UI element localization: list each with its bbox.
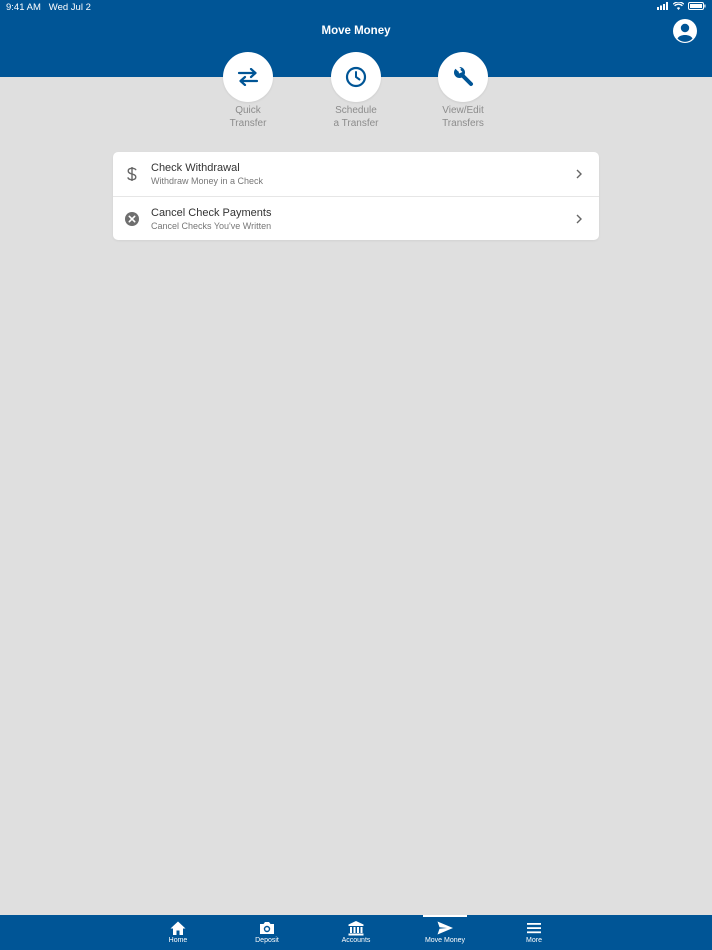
schedule-transfer-button[interactable]: Schedule a Transfer xyxy=(316,52,396,130)
tab-label: Home xyxy=(168,937,188,944)
tab-label: Move Money xyxy=(424,937,466,944)
list-item-subtitle: Cancel Checks You've Written xyxy=(151,221,272,231)
view-edit-transfers-button[interactable]: View/Edit Transfers xyxy=(423,52,503,130)
tab-bar: Home Deposit Accounts Move Money More xyxy=(0,915,712,950)
tab-label: More xyxy=(526,937,542,944)
action-label: Schedule xyxy=(335,105,377,116)
tab-label: Deposit xyxy=(255,937,279,944)
clock-icon xyxy=(345,66,367,88)
tab-more[interactable]: More xyxy=(499,915,569,950)
chevron-right-icon xyxy=(576,169,582,179)
quick-transfer-button[interactable]: Quick Transfer xyxy=(208,52,288,130)
status-time: 9:41 AM Wed Jul 2 xyxy=(6,2,91,13)
tab-label: Accounts xyxy=(341,937,371,944)
page-title: Move Money xyxy=(321,25,391,37)
list-item-subtitle: Withdraw Money in a Check xyxy=(151,176,264,186)
dollar-icon xyxy=(123,165,141,183)
action-label: View/Edit xyxy=(442,105,484,116)
swap-arrows-icon xyxy=(237,68,259,86)
wrench-icon xyxy=(454,66,473,86)
cancel-circle-icon xyxy=(123,210,141,228)
camera-icon xyxy=(260,922,274,934)
action-label: Transfers xyxy=(442,117,484,129)
status-icons xyxy=(657,2,706,10)
options-list: Check Withdrawal Withdraw Money in a Che… xyxy=(113,152,599,240)
home-icon xyxy=(170,921,186,935)
person-circle-icon[interactable] xyxy=(672,18,698,44)
wifi-icon xyxy=(673,2,684,10)
list-item-cancel-check-payments[interactable]: Cancel Check Payments Cancel Checks You'… xyxy=(113,196,599,240)
tab-move-money[interactable]: Move Money xyxy=(410,915,480,950)
list-item-title: Check Withdrawal xyxy=(151,162,240,174)
tab-home[interactable]: Home xyxy=(143,915,213,950)
bank-icon xyxy=(348,921,364,936)
menu-icon xyxy=(527,923,541,934)
battery-icon xyxy=(688,2,706,10)
send-icon xyxy=(437,921,453,935)
tab-deposit[interactable]: Deposit xyxy=(232,915,302,950)
action-label: a Transfer xyxy=(333,117,379,129)
action-label: Quick xyxy=(235,105,261,116)
list-item-title: Cancel Check Payments xyxy=(151,207,272,219)
chevron-right-icon xyxy=(576,214,582,224)
action-label: Transfer xyxy=(229,117,267,129)
active-tab-indicator xyxy=(423,915,467,917)
list-item-check-withdrawal[interactable]: Check Withdrawal Withdraw Money in a Che… xyxy=(113,152,599,196)
tab-accounts[interactable]: Accounts xyxy=(321,915,391,950)
signal-icon xyxy=(657,2,668,10)
